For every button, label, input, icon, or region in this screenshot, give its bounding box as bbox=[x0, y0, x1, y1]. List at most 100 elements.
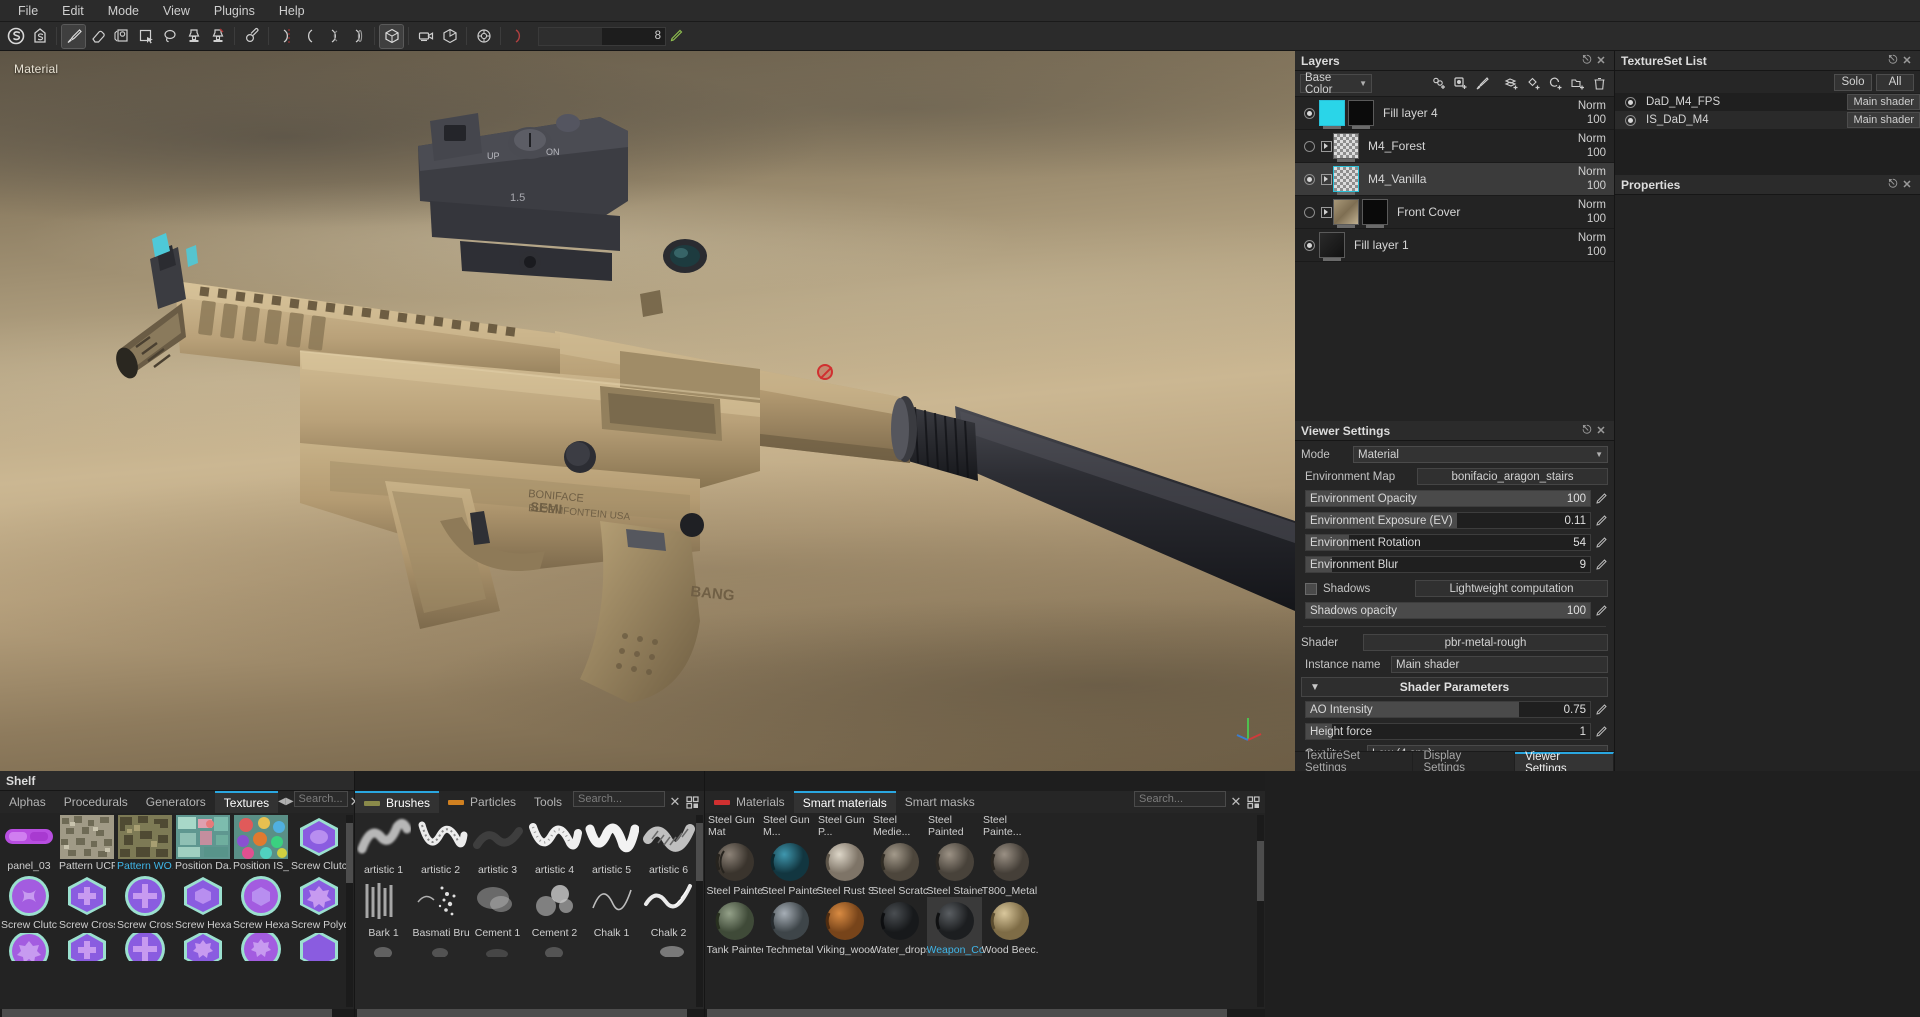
tab-brushes[interactable]: Brushes bbox=[355, 791, 440, 813]
layer-visibility-toggle[interactable] bbox=[1299, 206, 1319, 218]
pencil-icon[interactable] bbox=[1593, 556, 1608, 573]
layer-opacity[interactable]: 100 bbox=[1562, 245, 1606, 259]
materials-asset-grid[interactable]: Steel Gun Mat Steel Gun M... Steel Gun P… bbox=[705, 813, 1265, 1009]
layer-opacity[interactable]: 100 bbox=[1562, 212, 1606, 226]
add-instance-icon[interactable] bbox=[1546, 74, 1565, 93]
list-item[interactable]: Cement 1 bbox=[469, 876, 526, 939]
list-item[interactable] bbox=[640, 939, 697, 957]
list-item[interactable]: Techmetal bbox=[762, 897, 817, 956]
grid-view-icon[interactable] bbox=[683, 791, 701, 813]
pencil-icon[interactable] bbox=[1593, 723, 1608, 740]
layer-blend-mode[interactable]: Norm bbox=[1562, 99, 1606, 113]
undock-icon[interactable]: ⎋ bbox=[1886, 54, 1900, 68]
pencil-icon[interactable] bbox=[1593, 534, 1608, 551]
polygon-fill-icon[interactable] bbox=[134, 25, 157, 48]
shadows-mode-value[interactable]: Lightweight computation bbox=[1415, 580, 1608, 597]
material-picker-icon[interactable] bbox=[240, 25, 263, 48]
list-item[interactable]: Weapon_Co... bbox=[927, 897, 983, 956]
layer-thumbnail[interactable] bbox=[1319, 232, 1345, 261]
undock-icon[interactable]: ⎋ bbox=[1886, 178, 1900, 192]
tab-smart-masks[interactable]: Smart masks bbox=[896, 791, 984, 813]
layer-blend-mode[interactable]: Norm bbox=[1562, 165, 1606, 179]
list-item[interactable]: Steel Scratc... bbox=[872, 838, 928, 897]
tab-particles[interactable]: Particles bbox=[439, 791, 525, 813]
layer-opacity[interactable]: 100 bbox=[1562, 146, 1606, 160]
shelf-asset-grid[interactable]: panel_03 Pattern UCP Pattern WO... Posit… bbox=[0, 813, 354, 1009]
layer-thumbnail[interactable] bbox=[1333, 133, 1359, 162]
textureset-visibility-toggle[interactable] bbox=[1620, 114, 1640, 126]
undock-icon[interactable]: ⎋ bbox=[1580, 424, 1594, 438]
smudge-icon[interactable] bbox=[206, 25, 229, 48]
list-item[interactable] bbox=[412, 939, 469, 957]
pencil-icon[interactable] bbox=[1593, 701, 1608, 718]
list-item[interactable]: Position IS_... bbox=[232, 813, 290, 872]
environment-map-value[interactable]: bonifacio_aragon_stairs bbox=[1417, 468, 1608, 485]
tab-materials[interactable]: Materials bbox=[705, 791, 794, 813]
horizontal-scrollbar[interactable] bbox=[355, 1009, 704, 1017]
list-item[interactable] bbox=[232, 931, 290, 961]
list-item[interactable]: T800_Metal bbox=[982, 838, 1037, 897]
list-item[interactable]: Steel Painted bbox=[927, 813, 982, 838]
shader-parameters-header[interactable]: ▼ Shader Parameters bbox=[1301, 677, 1608, 697]
list-item[interactable]: Screw Clutc... bbox=[0, 872, 58, 931]
list-item[interactable] bbox=[174, 931, 232, 961]
ao-intensity-slider[interactable]: AO Intensity 0.75 bbox=[1305, 701, 1591, 718]
search-input[interactable]: Search... bbox=[573, 791, 665, 807]
menu-item-edit[interactable]: Edit bbox=[50, 1, 96, 21]
3d-viewport[interactable]: Material UP ON 1.5 SEMI BANG BONIFACE BL… bbox=[0, 51, 1295, 771]
list-item[interactable]: IS_DaD_M4 Main shader bbox=[1615, 111, 1920, 129]
list-item[interactable]: Position Da... bbox=[174, 813, 232, 872]
scrollbar[interactable] bbox=[696, 815, 703, 1007]
shadows-checkbox[interactable] bbox=[1305, 582, 1317, 595]
tab-viewer-settings[interactable]: Viewer Settings bbox=[1515, 751, 1614, 775]
close-icon[interactable]: ✕ bbox=[1900, 178, 1914, 192]
chevron-right-icon[interactable]: ▶ bbox=[286, 791, 294, 811]
symmetry-left-icon[interactable] bbox=[274, 25, 297, 48]
list-item[interactable]: Screw Clutc... bbox=[290, 813, 348, 872]
list-item[interactable]: artistic 4 bbox=[526, 813, 583, 876]
close-icon[interactable]: ✕ bbox=[1900, 54, 1914, 68]
list-item[interactable]: DaD_M4_FPS Main shader bbox=[1615, 93, 1920, 111]
list-item[interactable]: Wood Beec... bbox=[982, 897, 1038, 956]
list-item[interactable] bbox=[290, 931, 348, 961]
list-item[interactable] bbox=[58, 931, 116, 961]
add-group-icon[interactable] bbox=[1568, 74, 1587, 93]
list-item[interactable]: artistic 5 bbox=[583, 813, 640, 876]
list-item[interactable]: Steel Painte... bbox=[982, 813, 1037, 838]
tab-generators[interactable]: Generators bbox=[137, 791, 215, 813]
list-item[interactable]: Screw Hexa... bbox=[232, 872, 290, 931]
list-item[interactable]: Steel Painte... bbox=[707, 838, 763, 897]
shader-value[interactable]: pbr-metal-rough bbox=[1363, 634, 1608, 651]
solo-button[interactable]: Solo bbox=[1834, 73, 1872, 91]
list-item[interactable] bbox=[0, 931, 58, 961]
three-d-view-icon[interactable] bbox=[438, 25, 461, 48]
close-icon[interactable]: ✕ bbox=[1594, 54, 1608, 68]
shadows-opacity-slider[interactable]: Shadows opacity 100 bbox=[1305, 602, 1591, 619]
grid-view-icon[interactable] bbox=[1244, 791, 1262, 813]
layer-blend-mode[interactable]: Norm bbox=[1562, 231, 1606, 245]
list-item[interactable]: Screw Cross ... bbox=[58, 872, 116, 931]
list-item[interactable]: Tank Painted bbox=[707, 897, 763, 956]
projection-icon[interactable] bbox=[110, 25, 133, 48]
list-item[interactable]: Pattern UCP bbox=[58, 813, 116, 872]
menu-item-file[interactable]: File bbox=[6, 1, 50, 21]
list-item[interactable]: Chalk 2 bbox=[640, 876, 697, 939]
list-item[interactable]: Steel Stained bbox=[927, 838, 983, 897]
height-force-slider[interactable]: Height force 1 bbox=[1305, 723, 1591, 740]
undock-icon[interactable]: ⎋ bbox=[1580, 54, 1594, 68]
chevron-left-icon[interactable]: ◀ bbox=[278, 791, 286, 811]
layer-thumbnail[interactable] bbox=[1333, 166, 1359, 195]
substance-logo-icon[interactable] bbox=[4, 25, 27, 48]
table-row[interactable]: Front Cover Norm 100 bbox=[1295, 196, 1614, 229]
tab-textureset-settings[interactable]: TextureSet Settings bbox=[1295, 750, 1414, 774]
list-item[interactable]: Steel Medie... bbox=[872, 813, 927, 838]
layer-opacity[interactable]: 100 bbox=[1562, 179, 1606, 193]
list-item[interactable]: Screw Hexa... bbox=[174, 872, 232, 931]
textureset-list[interactable]: DaD_M4_FPS Main shader IS_DaD_M4 Main sh… bbox=[1615, 93, 1920, 129]
menu-item-plugins[interactable]: Plugins bbox=[202, 1, 267, 21]
brush-size-slider[interactable]: 8 bbox=[538, 26, 666, 46]
table-row[interactable]: Fill layer 1 Norm 100 bbox=[1295, 229, 1614, 262]
table-row[interactable]: M4_Forest Norm 100 bbox=[1295, 130, 1614, 163]
add-fill-layer-icon[interactable] bbox=[1524, 74, 1543, 93]
eraser-icon[interactable] bbox=[86, 25, 109, 48]
